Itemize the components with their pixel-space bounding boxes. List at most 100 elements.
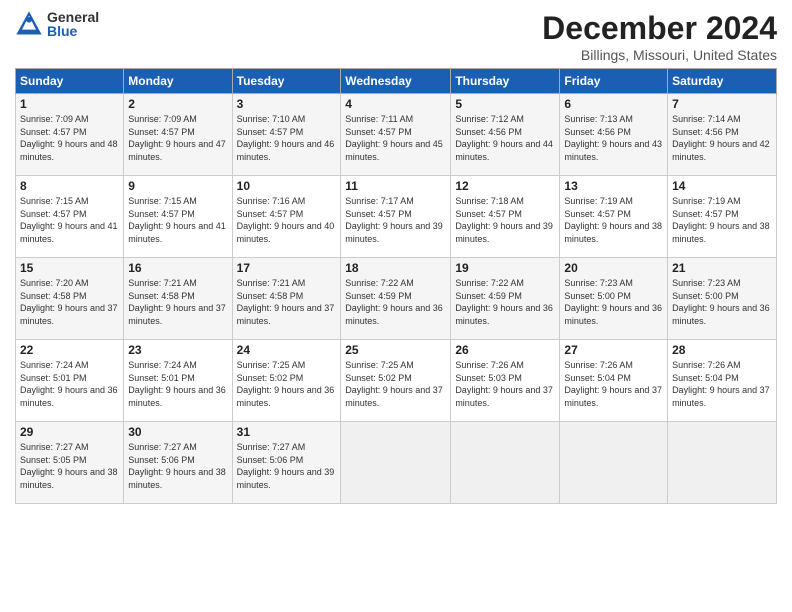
- day-number: 11: [345, 179, 446, 193]
- day-number: 7: [672, 97, 772, 111]
- calendar-cell: [451, 422, 560, 504]
- calendar-cell: [341, 422, 451, 504]
- day-detail: Sunrise: 7:13 AM Sunset: 4:56 PM Dayligh…: [564, 113, 663, 163]
- calendar-cell: 1 Sunrise: 7:09 AM Sunset: 4:57 PM Daylig…: [16, 94, 124, 176]
- calendar-cell: 17 Sunrise: 7:21 AM Sunset: 4:58 PM Dayli…: [232, 258, 341, 340]
- day-detail: Sunrise: 7:21 AM Sunset: 4:58 PM Dayligh…: [128, 277, 227, 327]
- calendar-cell: 6 Sunrise: 7:13 AM Sunset: 4:56 PM Daylig…: [560, 94, 668, 176]
- day-number: 27: [564, 343, 663, 357]
- calendar-cell: [560, 422, 668, 504]
- day-number: 31: [237, 425, 337, 439]
- week-row-2: 8 Sunrise: 7:15 AM Sunset: 4:57 PM Daylig…: [16, 176, 777, 258]
- calendar-cell: [668, 422, 777, 504]
- day-number: 15: [20, 261, 119, 275]
- logo: General Blue: [15, 10, 99, 38]
- day-number: 19: [455, 261, 555, 275]
- day-detail: Sunrise: 7:19 AM Sunset: 4:57 PM Dayligh…: [672, 195, 772, 245]
- day-number: 18: [345, 261, 446, 275]
- day-header-tuesday: Tuesday: [232, 69, 341, 94]
- header: General Blue December 2024 Billings, Mis…: [15, 10, 777, 63]
- day-number: 30: [128, 425, 227, 439]
- day-header-wednesday: Wednesday: [341, 69, 451, 94]
- day-detail: Sunrise: 7:09 AM Sunset: 4:57 PM Dayligh…: [20, 113, 119, 163]
- calendar-cell: 7Sunrise: 7:14 AM Sunset: 4:56 PM Daylig…: [668, 94, 777, 176]
- week-row-1: 1 Sunrise: 7:09 AM Sunset: 4:57 PM Daylig…: [16, 94, 777, 176]
- calendar-table: SundayMondayTuesdayWednesdayThursdayFrid…: [15, 68, 777, 504]
- logo-general-text: General: [47, 10, 99, 24]
- day-detail: Sunrise: 7:26 AM Sunset: 5:03 PM Dayligh…: [455, 359, 555, 409]
- day-number: 24: [237, 343, 337, 357]
- day-detail: Sunrise: 7:15 AM Sunset: 4:57 PM Dayligh…: [20, 195, 119, 245]
- calendar-cell: 19 Sunrise: 7:22 AM Sunset: 4:59 PM Dayli…: [451, 258, 560, 340]
- week-row-5: 29 Sunrise: 7:27 AM Sunset: 5:05 PM Dayli…: [16, 422, 777, 504]
- day-number: 29: [20, 425, 119, 439]
- day-detail: Sunrise: 7:24 AM Sunset: 5:01 PM Dayligh…: [128, 359, 227, 409]
- day-detail: Sunrise: 7:25 AM Sunset: 5:02 PM Dayligh…: [345, 359, 446, 409]
- day-number: 5: [455, 97, 555, 111]
- logo-blue-text: Blue: [47, 24, 99, 38]
- calendar-cell: 22 Sunrise: 7:24 AM Sunset: 5:01 PM Dayli…: [16, 340, 124, 422]
- day-number: 26: [455, 343, 555, 357]
- day-header-saturday: Saturday: [668, 69, 777, 94]
- day-detail: Sunrise: 7:09 AM Sunset: 4:57 PM Dayligh…: [128, 113, 227, 163]
- day-header-friday: Friday: [560, 69, 668, 94]
- main-title: December 2024: [542, 10, 777, 47]
- day-number: 9: [128, 179, 227, 193]
- day-detail: Sunrise: 7:20 AM Sunset: 4:58 PM Dayligh…: [20, 277, 119, 327]
- calendar-cell: 28 Sunrise: 7:26 AM Sunset: 5:04 PM Dayli…: [668, 340, 777, 422]
- day-detail: Sunrise: 7:23 AM Sunset: 5:00 PM Dayligh…: [672, 277, 772, 327]
- day-number: 20: [564, 261, 663, 275]
- day-detail: Sunrise: 7:26 AM Sunset: 5:04 PM Dayligh…: [672, 359, 772, 409]
- day-number: 14: [672, 179, 772, 193]
- day-number: 16: [128, 261, 227, 275]
- day-detail: Sunrise: 7:22 AM Sunset: 4:59 PM Dayligh…: [345, 277, 446, 327]
- day-detail: Sunrise: 7:26 AM Sunset: 5:04 PM Dayligh…: [564, 359, 663, 409]
- day-number: 17: [237, 261, 337, 275]
- calendar-cell: 26 Sunrise: 7:26 AM Sunset: 5:03 PM Dayli…: [451, 340, 560, 422]
- day-detail: Sunrise: 7:19 AM Sunset: 4:57 PM Dayligh…: [564, 195, 663, 245]
- day-detail: Sunrise: 7:24 AM Sunset: 5:01 PM Dayligh…: [20, 359, 119, 409]
- day-detail: Sunrise: 7:16 AM Sunset: 4:57 PM Dayligh…: [237, 195, 337, 245]
- day-number: 21: [672, 261, 772, 275]
- day-detail: Sunrise: 7:10 AM Sunset: 4:57 PM Dayligh…: [237, 113, 337, 163]
- title-section: December 2024 Billings, Missouri, United…: [542, 10, 777, 63]
- day-detail: Sunrise: 7:27 AM Sunset: 5:06 PM Dayligh…: [237, 441, 337, 491]
- day-detail: Sunrise: 7:12 AM Sunset: 4:56 PM Dayligh…: [455, 113, 555, 163]
- calendar-cell: 25 Sunrise: 7:25 AM Sunset: 5:02 PM Dayli…: [341, 340, 451, 422]
- day-detail: Sunrise: 7:27 AM Sunset: 5:05 PM Dayligh…: [20, 441, 119, 491]
- day-detail: Sunrise: 7:27 AM Sunset: 5:06 PM Dayligh…: [128, 441, 227, 491]
- day-number: 13: [564, 179, 663, 193]
- day-number: 25: [345, 343, 446, 357]
- logo-icon: [15, 10, 43, 38]
- calendar-cell: 4Sunrise: 7:11 AM Sunset: 4:57 PM Daylig…: [341, 94, 451, 176]
- calendar-cell: 11 Sunrise: 7:17 AM Sunset: 4:57 PM Dayli…: [341, 176, 451, 258]
- calendar-cell: 30 Sunrise: 7:27 AM Sunset: 5:06 PM Dayli…: [124, 422, 232, 504]
- subtitle: Billings, Missouri, United States: [542, 47, 777, 63]
- calendar-cell: 12Sunrise: 7:18 AM Sunset: 4:57 PM Dayli…: [451, 176, 560, 258]
- day-detail: Sunrise: 7:17 AM Sunset: 4:57 PM Dayligh…: [345, 195, 446, 245]
- day-detail: Sunrise: 7:21 AM Sunset: 4:58 PM Dayligh…: [237, 277, 337, 327]
- week-row-3: 15 Sunrise: 7:20 AM Sunset: 4:58 PM Dayli…: [16, 258, 777, 340]
- day-detail: Sunrise: 7:22 AM Sunset: 4:59 PM Dayligh…: [455, 277, 555, 327]
- day-header-monday: Monday: [124, 69, 232, 94]
- day-number: 28: [672, 343, 772, 357]
- week-row-4: 22 Sunrise: 7:24 AM Sunset: 5:01 PM Dayli…: [16, 340, 777, 422]
- calendar-cell: 21 Sunrise: 7:23 AM Sunset: 5:00 PM Dayli…: [668, 258, 777, 340]
- day-number: 8: [20, 179, 119, 193]
- calendar-cell: 10 Sunrise: 7:16 AM Sunset: 4:57 PM Dayli…: [232, 176, 341, 258]
- day-detail: Sunrise: 7:25 AM Sunset: 5:02 PM Dayligh…: [237, 359, 337, 409]
- day-number: 22: [20, 343, 119, 357]
- main-container: General Blue December 2024 Billings, Mis…: [0, 0, 792, 509]
- day-number: 6: [564, 97, 663, 111]
- day-number: 1: [20, 97, 119, 111]
- calendar-cell: 5 Sunrise: 7:12 AM Sunset: 4:56 PM Daylig…: [451, 94, 560, 176]
- calendar-cell: 27 Sunrise: 7:26 AM Sunset: 5:04 PM Dayli…: [560, 340, 668, 422]
- calendar-cell: 14 Sunrise: 7:19 AM Sunset: 4:57 PM Dayli…: [668, 176, 777, 258]
- day-detail: Sunrise: 7:23 AM Sunset: 5:00 PM Dayligh…: [564, 277, 663, 327]
- day-number: 10: [237, 179, 337, 193]
- calendar-cell: 31 Sunrise: 7:27 AM Sunset: 5:06 PM Dayli…: [232, 422, 341, 504]
- calendar-cell: 9Sunrise: 7:15 AM Sunset: 4:57 PM Daylig…: [124, 176, 232, 258]
- logo-text: General Blue: [47, 10, 99, 38]
- calendar-cell: 18 Sunrise: 7:22 AM Sunset: 4:59 PM Dayli…: [341, 258, 451, 340]
- calendar-cell: 23Sunrise: 7:24 AM Sunset: 5:01 PM Dayli…: [124, 340, 232, 422]
